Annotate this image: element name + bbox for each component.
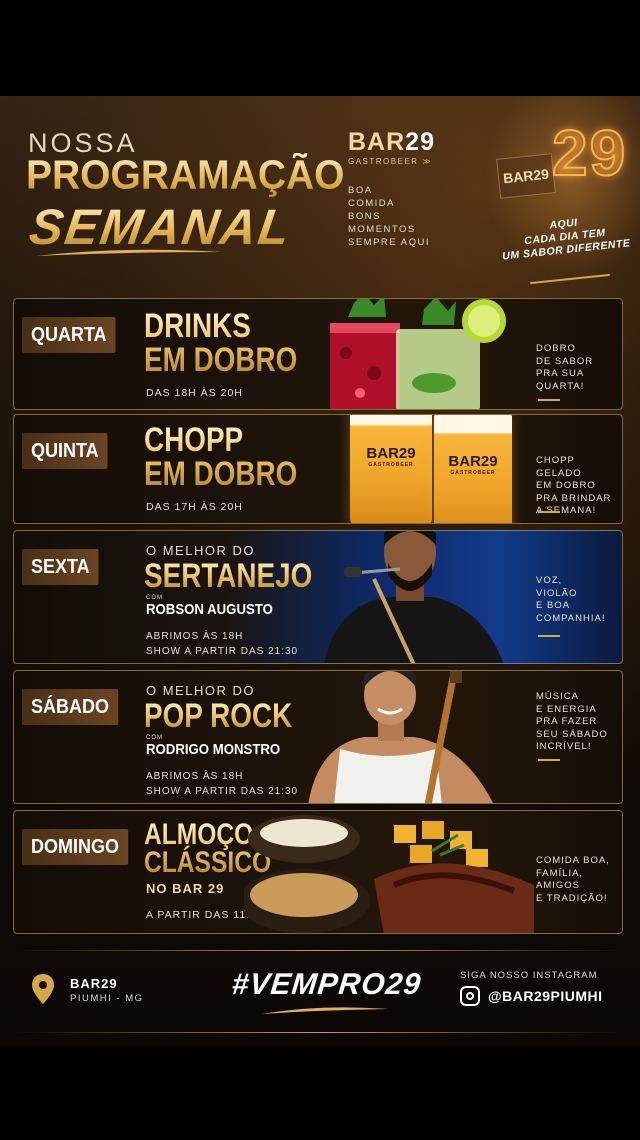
day-badge: SEXTA [22, 549, 99, 585]
row-side-text: COMIDA BOA, FAMÍLIA, AMIGOS E TRADIÇÃO! [536, 855, 610, 905]
day-row-quinta: QUINTA CHOPP EM DOBRO DAS 17H ÀS 20H BAR… [13, 414, 623, 524]
instagram-handle[interactable]: @BAR29PIUMHI [488, 988, 603, 1004]
row-title: POP ROCK [144, 699, 292, 733]
side-line: COMPANHIA! [536, 612, 606, 624]
wheat-icon: ≫ [422, 157, 433, 166]
side-accent [538, 759, 560, 761]
footer-divider-bottom [13, 1032, 623, 1033]
day-badge: DOMINGO [22, 829, 129, 865]
side-line: QUARTA! [536, 380, 585, 392]
instagram-label: SIGA NOSSO INSTAGRAM [460, 970, 598, 981]
side-line: E TRADIÇÃO! [536, 892, 608, 904]
day-badge: SÁBADO [22, 689, 119, 725]
side-line: VOZ, [536, 575, 563, 586]
title-line: SERTANEJO [144, 557, 313, 595]
row-pre-title: O MELHOR DO [146, 683, 255, 698]
instagram-icon[interactable] [460, 986, 480, 1006]
beer-glass-logo: BAR29 [448, 453, 498, 470]
time-line: SHOW A PARTIR DAS 21:30 [146, 646, 299, 657]
row-times: ABRIMOS ÀS 18H SHOW A PARTIR DAS 21:30 [146, 769, 298, 799]
location-pin-icon [32, 974, 54, 1004]
title-line: POP ROCK [144, 697, 293, 735]
title-line: EM DOBRO [144, 341, 298, 379]
title-line: EM DOBRO [144, 455, 298, 493]
row-side-text: CHOPP GELADO EM DOBRO PRA BRINDAR A SEMA… [536, 455, 622, 518]
time-line: ABRIMOS ÀS 18H [146, 771, 244, 782]
header-swoosh [36, 249, 222, 256]
side-line: MÚSICA [536, 691, 579, 702]
brand-tagline: BOA COMIDA BONS MOMENTOS SEMPRE AQUI [348, 184, 430, 249]
brand-name-prefix: BAR [348, 128, 406, 156]
side-line: PRA SUA [536, 368, 585, 379]
row-side-text: VOZ, VIOLÃO E BOA COMPANHIA! [536, 575, 605, 625]
side-line: PRA BRINDAR [536, 492, 612, 504]
side-line: PRA FAZER [536, 716, 598, 727]
lunch-plate-illustration [244, 815, 534, 933]
side-line: COMIDA BOA, [536, 855, 610, 866]
day-badge: QUINTA [22, 433, 108, 469]
row-title: SERTANEJO [144, 559, 312, 593]
side-line: INCRÍVEL! [536, 741, 592, 752]
row-side-text: MÚSICA E ENERGIA PRA FAZER SEU SÁBADO IN… [536, 691, 608, 754]
neon-29-sign: 29 [551, 116, 628, 190]
brand-name-number: 29 [405, 128, 435, 156]
side-line: EM DOBRO [536, 480, 596, 491]
row-pre-title: O MELHOR DO [146, 543, 255, 558]
beer-glass-sub: GASTROBEER [368, 462, 414, 468]
poster: NOSSA PROGRAMAÇÃO SEMANAL BAR29 GASTROBE… [0, 96, 640, 1046]
day-badge: QUARTA [22, 317, 116, 353]
brand-sub: GASTROBEER [348, 157, 419, 166]
row-location: NO BAR 29 [146, 881, 225, 896]
side-accent [538, 635, 560, 637]
side-line: DOBRO [536, 343, 576, 354]
day-row-quarta: QUARTA DRINKS EM DOBRO DAS 18H ÀS 20H DO… [13, 298, 623, 410]
beer-glass: BAR29 GASTROBEER [350, 415, 432, 523]
side-line: CHOPP GELADO [536, 455, 582, 479]
beer-glass: BAR29 GASTROBEER [434, 415, 512, 523]
side-line: E BOA [536, 600, 571, 611]
side-accent [538, 511, 560, 513]
row-side-text: DOBRO DE SABOR PRA SUA QUARTA! [536, 343, 593, 393]
title-line: DRINKS [144, 307, 251, 345]
tagline-line: MOMENTOS [348, 224, 416, 235]
header-line-programacao: PROGRAMAÇÃO [26, 152, 345, 199]
row-title: DRINKS EM DOBRO [144, 309, 297, 377]
day-row-sexta: SEXTA O MELHOR DO SERTANEJO COM ROBSON A… [13, 530, 623, 664]
day-row-domingo: DOMINGO ALMOÇO CLÁSSICO NO BAR 29 A PART… [13, 810, 623, 934]
tagline-line: BONS [348, 211, 381, 222]
row-hours: A PARTIR DAS 11H [146, 909, 255, 921]
row-hours: DAS 17H ÀS 20H [146, 501, 243, 513]
tagline-line: BOA [348, 185, 373, 196]
bar-sign-box: BAR29 [496, 153, 556, 199]
guitarist-photo [308, 671, 493, 803]
row-title: CHOPP EM DOBRO [144, 423, 297, 491]
drinks-illustration [330, 299, 506, 409]
location-city: PIUMHI - MG [70, 993, 144, 1004]
side-line: VIOLÃO [536, 587, 578, 599]
time-line: SHOW A PARTIR DAS 21:30 [146, 786, 299, 797]
hashtag: #VEMPRO29 [230, 968, 423, 1001]
side-line: AMIGOS [536, 880, 581, 891]
side-line: FAMÍLIA, [536, 867, 584, 879]
tagline-line: COMIDA [348, 198, 395, 209]
time-line: ABRIMOS ÀS 18H [146, 631, 244, 642]
side-line: E ENERGIA [536, 703, 597, 715]
hashtag-swoosh [262, 1007, 388, 1014]
row-times: ABRIMOS ÀS 18H SHOW A PARTIR DAS 21:30 [146, 629, 298, 659]
singer-photo [324, 531, 504, 663]
artist-name: ROBSON AUGUSTO [146, 601, 273, 618]
side-line: DE SABOR [536, 355, 594, 367]
side-line: SEU SÁBADO [536, 728, 608, 740]
location-name: BAR29 [70, 976, 118, 991]
title-line: CHOPP [144, 421, 244, 459]
footer-divider-top [13, 950, 623, 951]
tagline-line: SEMPRE AQUI [348, 237, 430, 248]
row-hours: DAS 18H ÀS 20H [146, 387, 243, 399]
brand-logo: BAR29 GASTROBEER ≫ [348, 128, 435, 166]
side-accent [538, 399, 560, 401]
beer-glass-logo: BAR29 [366, 445, 416, 462]
artist-name: RODRIGO MONSTRO [146, 741, 281, 758]
beer-glass-sub: GASTROBEER [450, 470, 496, 476]
day-row-sabado: SÁBADO O MELHOR DO POP ROCK COM RODRIGO … [13, 670, 623, 804]
